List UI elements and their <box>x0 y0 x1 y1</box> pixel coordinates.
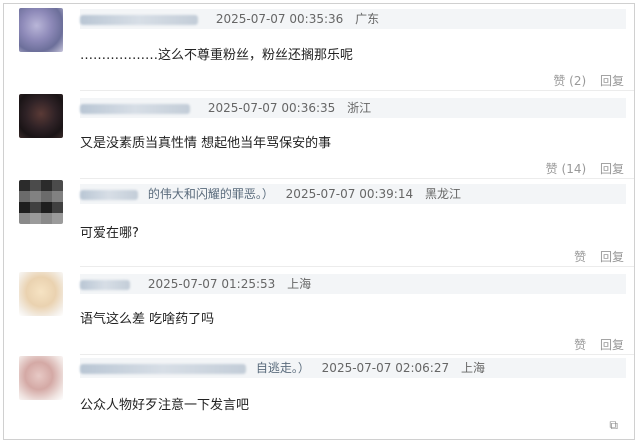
comment-text: 公众人物好歹注意一下发言吧 <box>80 398 250 413</box>
divider <box>80 266 634 267</box>
user-avatar[interactable] <box>19 272 63 316</box>
comment-location: 浙江 <box>347 101 372 115</box>
divider <box>80 354 634 355</box>
like-button[interactable]: 赞 (14) <box>546 162 586 176</box>
reply-button[interactable]: 回复 <box>600 162 624 176</box>
comment-meta: 2025-07-07 00:35:36 广东 <box>80 9 626 29</box>
comment-meta: 2025-07-07 01:25:53 上海 <box>80 274 626 294</box>
comment-location: 上海 <box>287 277 312 291</box>
user-avatar[interactable] <box>19 94 63 138</box>
username-blurred[interactable] <box>80 189 138 200</box>
comment-actions: 赞 回复 <box>564 336 624 353</box>
camera-icon: ⧉ <box>609 418 618 432</box>
comment-time: 2025-07-07 01:25:53 <box>147 277 276 291</box>
comment-text: 又是没素质当真性情 想起他当年骂保安的事 <box>80 136 332 151</box>
comment-location: 上海 <box>460 361 485 375</box>
like-button[interactable]: 赞 (2) <box>553 74 586 88</box>
comment-list: 2025-07-07 00:35:36 广东 ………………这么不尊重粉丝，粉丝还… <box>3 3 635 440</box>
divider <box>80 90 634 91</box>
username-blurred[interactable] <box>80 14 198 25</box>
comment-text: 可爱在哪? <box>80 226 139 241</box>
username-fragment: 自逃走。） <box>255 361 310 375</box>
comment-time: 2025-07-07 00:36:35 <box>207 101 336 115</box>
like-button[interactable]: 赞 <box>574 250 586 264</box>
reply-button[interactable]: 回复 <box>600 250 624 264</box>
comment-actions: 赞 (14) 回复 <box>536 160 624 177</box>
comment-actions: 赞 (2) 回复 <box>543 72 624 89</box>
like-count: (14) <box>561 162 587 176</box>
comment-text: ………………这么不尊重粉丝，粉丝还搁那乐呢 <box>80 48 354 63</box>
comment-location: 广东 <box>355 12 380 26</box>
comment-text: 语气这么差 吃啥药了吗 <box>80 312 215 327</box>
comment-meta: 的伟大和闪耀的罪恶。） 2025-07-07 00:39:14 黑龙江 <box>80 184 626 204</box>
like-count: (2) <box>569 74 587 88</box>
username-blurred[interactable] <box>80 279 130 290</box>
comment-actions: 赞 回复 <box>564 248 624 265</box>
like-button[interactable]: 赞 <box>574 338 586 352</box>
divider <box>80 178 634 179</box>
user-avatar[interactable] <box>19 180 63 224</box>
username-blurred[interactable] <box>80 363 246 374</box>
comment-time: 2025-07-07 00:35:36 <box>215 12 344 26</box>
comment-meta: 自逃走。） 2025-07-07 02:06:27 上海 <box>80 358 626 378</box>
comment-location: 黑龙江 <box>424 187 461 201</box>
user-avatar[interactable] <box>19 356 63 400</box>
reply-button[interactable]: 回复 <box>600 338 624 352</box>
user-avatar[interactable] <box>19 8 63 52</box>
comment-time: 2025-07-07 00:39:14 <box>285 187 414 201</box>
reply-button[interactable]: 回复 <box>600 74 624 88</box>
comment-time: 2025-07-07 02:06:27 <box>321 361 450 375</box>
username-blurred[interactable] <box>80 103 190 114</box>
comment-meta: 2025-07-07 00:36:35 浙江 <box>80 98 626 118</box>
username-fragment: 的伟大和闪耀的罪恶。） <box>147 187 274 201</box>
